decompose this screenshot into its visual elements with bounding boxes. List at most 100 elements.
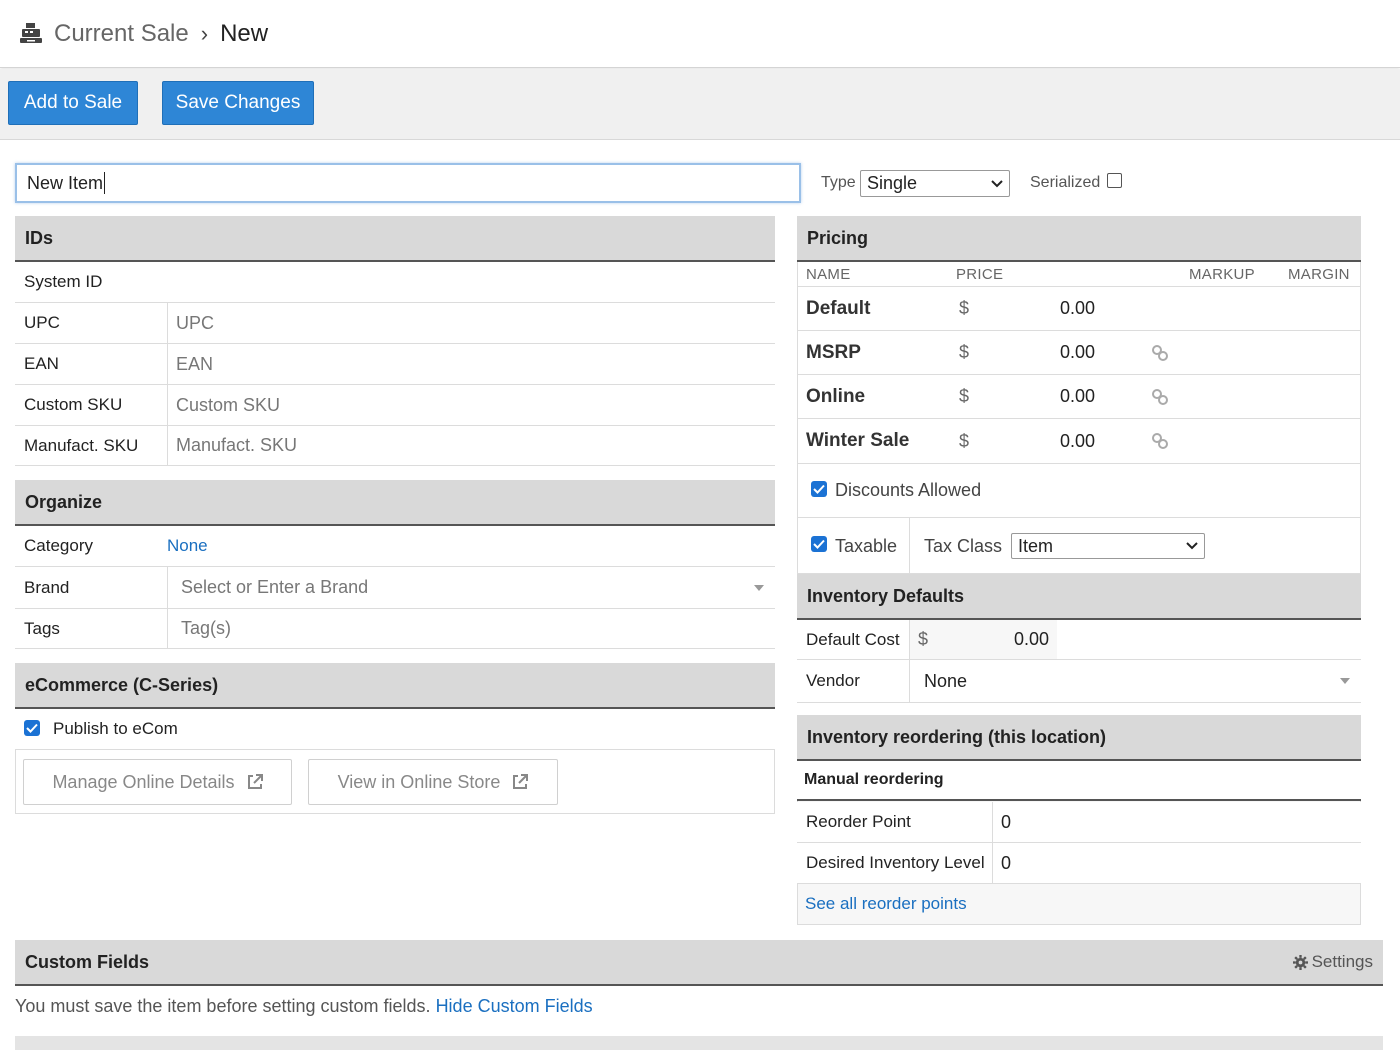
upc-input[interactable]: UPC [167,303,775,343]
view-in-online-store-button[interactable]: View in Online Store [308,759,558,805]
custom-fields-message-row: You must save the item before setting cu… [15,996,593,1017]
default-cost-label: Default Cost [806,629,900,649]
link-chain-icon[interactable] [1151,388,1169,406]
item-name-value: New Item [27,172,104,193]
discounts-checkbox[interactable] [811,481,827,497]
ecommerce-section-header: eCommerce (C-Series) [15,663,775,709]
brand-combobox[interactable]: Select or Enter a Brand [167,567,775,608]
reordering-section-title: Inventory reordering (this location) [807,726,1107,747]
ean-label: EAN [24,354,59,373]
price-input[interactable]: 0.00 [1060,386,1095,407]
reorder-point-input[interactable]: 0 [992,802,1361,842]
col-markup-header: MARKUP [1189,265,1255,283]
inventory-defaults-title: Inventory Defaults [807,585,965,606]
price-row-winter-sale: Winter Sale $ 0.00 [797,419,1361,464]
price-input[interactable]: 0.00 [1060,431,1095,452]
inventory-defaults-header: Inventory Defaults [797,574,1361,620]
item-name-input[interactable]: New Item [15,163,801,203]
organize-section-title: Organize [25,491,103,512]
price-input[interactable]: 0.00 [1060,342,1095,363]
ids-section-header: IDs [15,216,775,262]
system-id-row: System ID [15,262,775,303]
default-cost-input[interactable]: $ 0.00 [909,620,1057,659]
caret-down-icon [754,585,764,591]
manufact-sku-label: Manufact. SKU [24,435,139,455]
see-all-reorder-points-link[interactable]: See all reorder points [805,894,967,914]
link-chain-icon[interactable] [1151,344,1169,362]
desired-level-input[interactable]: 0 [992,843,1361,883]
currency-symbol: $ [918,629,929,649]
organize-section-header: Organize [15,480,775,526]
top-bar: Current Sale › New [0,0,1400,68]
save-changes-button[interactable]: Save Changes [162,81,314,125]
gear-icon [1292,954,1308,970]
reorder-point-label: Reorder Point [806,812,911,831]
price-row-online: Online $ 0.00 [797,375,1361,419]
taxable-divider [909,518,910,574]
manual-reordering-label: Manual reordering [804,771,944,788]
tax-class-select[interactable]: Item [1011,533,1205,559]
custom-fields-header: Custom Fields Settings [15,940,1383,986]
caret-down-icon [1340,678,1350,684]
upc-label: UPC [24,313,60,332]
taxable-checkbox[interactable] [811,536,827,552]
manufact-sku-row: Manufact. SKU Manufact. SKU [15,426,775,466]
discounts-label: Discounts Allowed [835,480,982,500]
desired-level-label: Desired Inventory Level [806,853,985,872]
brand-placeholder: Select or Enter a Brand [181,577,369,597]
manage-online-details-button[interactable]: Manage Online Details [23,759,292,805]
breadcrumb-current-sale[interactable]: Current Sale [54,20,189,48]
price-row-name: Default [806,297,871,319]
col-name-header: NAME [806,265,851,283]
tags-label: Tags [24,618,60,638]
serialized-checkbox[interactable] [1107,173,1122,188]
tax-class-label: Tax Class [924,535,1003,556]
custom-sku-row: Custom SKU Custom SKU [15,385,775,426]
price-input[interactable]: 0.00 [1060,298,1095,319]
breadcrumb-separator: › [200,20,209,46]
category-label: Category [24,536,93,555]
currency-symbol: $ [959,342,970,362]
price-row-default: Default $ 0.00 [797,287,1361,331]
custom-sku-label: Custom SKU [24,395,123,414]
type-select[interactable]: Single [860,170,1010,197]
hide-custom-fields-link[interactable]: Hide Custom Fields [436,996,593,1016]
type-label: Type [821,174,856,191]
pricing-section-title: Pricing [807,227,869,248]
col-price-header: PRICE [956,265,1004,283]
price-row-name: Online [806,385,866,407]
ids-section-title: IDs [25,227,54,248]
next-section-header [15,1036,1383,1050]
reorder-point-row: Reorder Point 0 [797,802,1361,843]
settings-button[interactable]: Settings [1292,952,1373,972]
vendor-row: Vendor None [797,660,1361,703]
vendor-combobox[interactable]: None [909,660,1361,702]
category-link[interactable]: None [167,536,208,556]
tags-input[interactable]: Tag(s) [167,609,775,648]
custom-sku-input[interactable]: Custom SKU [167,385,775,425]
price-row-name: MSRP [806,341,861,363]
publish-label: Publish to eCom [53,719,178,738]
default-cost-row: Default Cost $ 0.00 [797,620,1361,660]
ean-input[interactable]: EAN [167,344,775,384]
upc-row: UPC UPC [15,303,775,344]
tax-class-value: Item [1018,535,1054,556]
add-to-sale-button[interactable]: Add to Sale [8,81,138,125]
custom-fields-message: You must save the item before setting cu… [15,996,431,1016]
currency-symbol: $ [959,386,970,406]
link-chain-icon[interactable] [1151,432,1169,450]
chevron-down-icon [1186,542,1198,550]
brand-row: Brand Select or Enter a Brand [15,567,775,609]
currency-symbol: $ [959,430,970,451]
external-link-icon [247,774,263,789]
cash-register-icon [20,22,42,43]
manufact-sku-input[interactable]: Manufact. SKU [167,426,775,465]
discounts-row: Discounts Allowed [797,464,1361,518]
desired-level-row: Desired Inventory Level 0 [797,843,1361,884]
chevron-down-icon [991,179,1003,187]
action-toolbar: Add to Sale Save Changes [0,69,1400,140]
vendor-value: None [924,670,968,691]
tags-row: Tags Tag(s) [15,609,775,649]
publish-checkbox[interactable] [24,720,40,736]
category-row: Category None [15,526,775,567]
